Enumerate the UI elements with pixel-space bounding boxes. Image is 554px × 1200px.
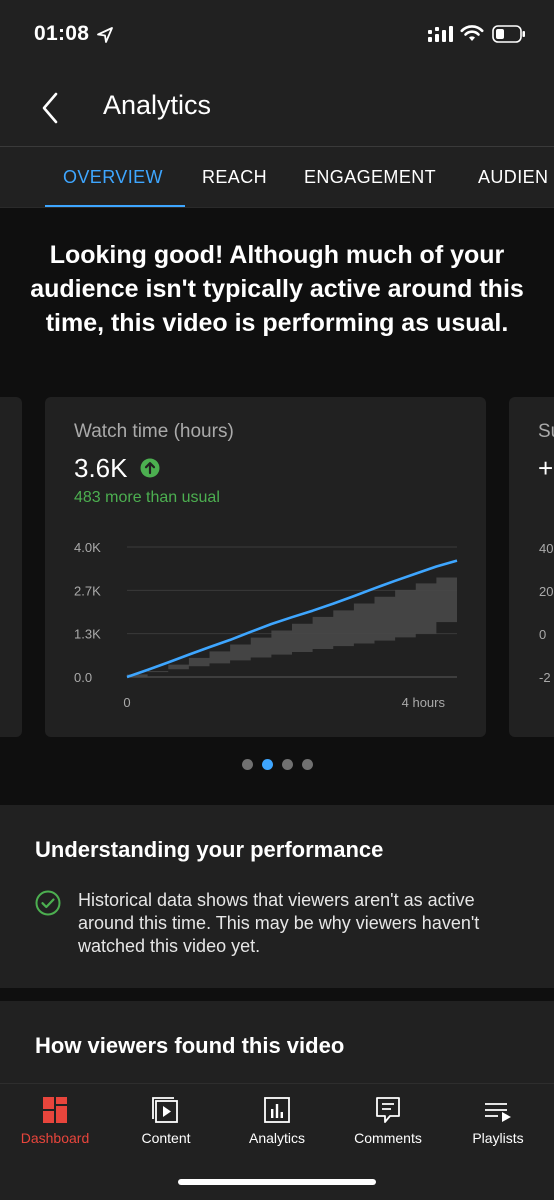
peek-tick-label: 20 bbox=[539, 584, 554, 599]
battery-icon bbox=[492, 25, 525, 43]
x-tick-label: 4 hours bbox=[402, 695, 446, 710]
nav-label: Analytics bbox=[248, 1130, 306, 1146]
tab-reach[interactable]: REACH bbox=[202, 167, 267, 188]
nav-playlists[interactable]: Playlists bbox=[443, 1084, 553, 1164]
playlists-icon bbox=[485, 1103, 511, 1122]
peek-metric-label: Su bbox=[538, 421, 554, 442]
peek-metric-value: + bbox=[538, 453, 554, 483]
nav-label: Dashboard bbox=[20, 1130, 90, 1146]
location-arrow-icon bbox=[97, 27, 113, 43]
pager-dot-active[interactable] bbox=[262, 759, 273, 770]
status-time: 01:08 bbox=[34, 22, 90, 45]
nav-label: Playlists bbox=[472, 1130, 524, 1146]
next-metric-card[interactable]: Su + 40 20 0 -2 bbox=[509, 397, 554, 737]
pager-dot[interactable] bbox=[282, 759, 293, 770]
analytics-icon bbox=[264, 1097, 290, 1123]
pager-dot[interactable] bbox=[302, 759, 313, 770]
watch-time-card[interactable]: Watch time (hours) 3.6K 483 more than us… bbox=[45, 397, 486, 737]
nav-comments[interactable]: Comments bbox=[333, 1084, 443, 1164]
tab-overview[interactable]: OVERVIEW bbox=[63, 167, 163, 188]
back-arrow-icon[interactable] bbox=[36, 88, 68, 128]
typical-range-band bbox=[127, 577, 457, 677]
insight-text: Historical data shows that viewers aren'… bbox=[78, 890, 480, 956]
peek-tick-label: 40 bbox=[539, 541, 554, 556]
dashboard-icon bbox=[43, 1097, 67, 1123]
previous-metric-card[interactable] bbox=[0, 397, 22, 737]
y-tick-label: 4.0K bbox=[74, 540, 101, 555]
tab-audience[interactable]: AUDIEN bbox=[478, 167, 548, 188]
status-bar: 01:08 bbox=[0, 0, 554, 70]
page-title: Analytics bbox=[103, 90, 212, 120]
section-title: Understanding your performance bbox=[35, 837, 384, 862]
x-tick-label: 0 bbox=[123, 695, 130, 710]
y-tick-label: 1.3K bbox=[74, 627, 101, 642]
tab-engagement[interactable]: ENGAGEMENT bbox=[304, 167, 436, 188]
active-tab-indicator bbox=[45, 205, 185, 207]
peek-tick-label: -2 bbox=[539, 670, 551, 685]
section-title: How viewers found this video bbox=[35, 1033, 345, 1058]
cellular-signal-icon bbox=[428, 26, 453, 42]
tab-bar: OVERVIEW REACH ENGAGEMENT AUDIEN bbox=[0, 146, 554, 208]
nav-label: Comments bbox=[354, 1130, 422, 1146]
y-tick-label: 0.0 bbox=[74, 670, 92, 685]
nav-content[interactable]: Content bbox=[111, 1084, 221, 1164]
nav-dashboard[interactable]: Dashboard bbox=[0, 1084, 110, 1164]
card-pager bbox=[240, 759, 320, 771]
performance-headline: Looking good! Although much of your audi… bbox=[30, 241, 524, 337]
check-circle-icon bbox=[35, 890, 61, 916]
content-icon bbox=[152, 1097, 178, 1123]
peek-tick-label: 0 bbox=[539, 627, 547, 642]
app-header: Analytics bbox=[0, 70, 554, 146]
traffic-sources-section: How viewers found this video bbox=[0, 1001, 554, 1083]
pager-dot[interactable] bbox=[242, 759, 253, 770]
comments-icon bbox=[376, 1097, 400, 1123]
y-tick-label: 2.7K bbox=[74, 583, 101, 598]
analytics-screen: 01:08 Analytics OVERVIEW REACH ENGAGEMEN… bbox=[0, 0, 554, 1200]
wifi-icon bbox=[460, 25, 484, 41]
nav-label: Content bbox=[141, 1130, 191, 1146]
nav-analytics[interactable]: Analytics bbox=[222, 1084, 332, 1164]
home-indicator bbox=[178, 1179, 376, 1185]
watch-time-chart: 4.0K 2.7K 1.3K 0.0 0 4 hours bbox=[74, 540, 458, 710]
understanding-section: Understanding your performance Historica… bbox=[0, 805, 554, 988]
